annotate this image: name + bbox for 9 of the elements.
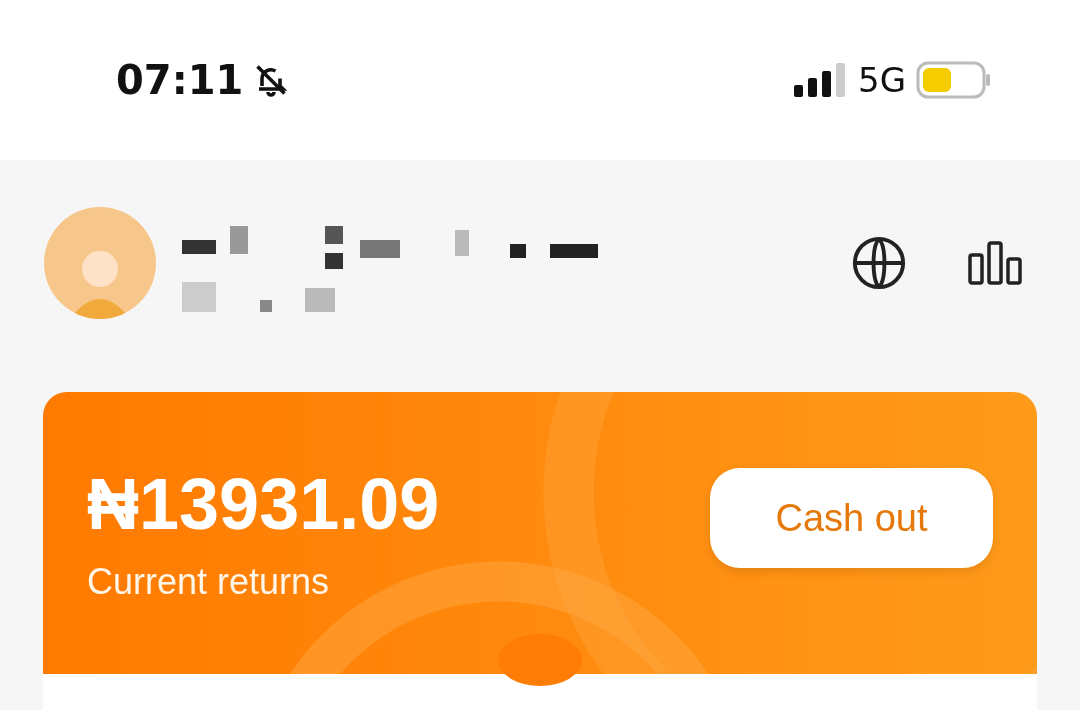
bar-chart-icon[interactable] [968,240,1022,285]
network-label: 5G [858,60,906,100]
balance-amount: ₦13931.09 [87,463,440,545]
signal-icon [794,63,848,97]
clock-time: 07:11 [116,57,244,103]
battery-icon [916,61,992,99]
cash-out-button[interactable]: Cash out [710,468,993,568]
balance-caption: Current returns [87,561,331,603]
muted-bell-icon [253,62,290,98]
